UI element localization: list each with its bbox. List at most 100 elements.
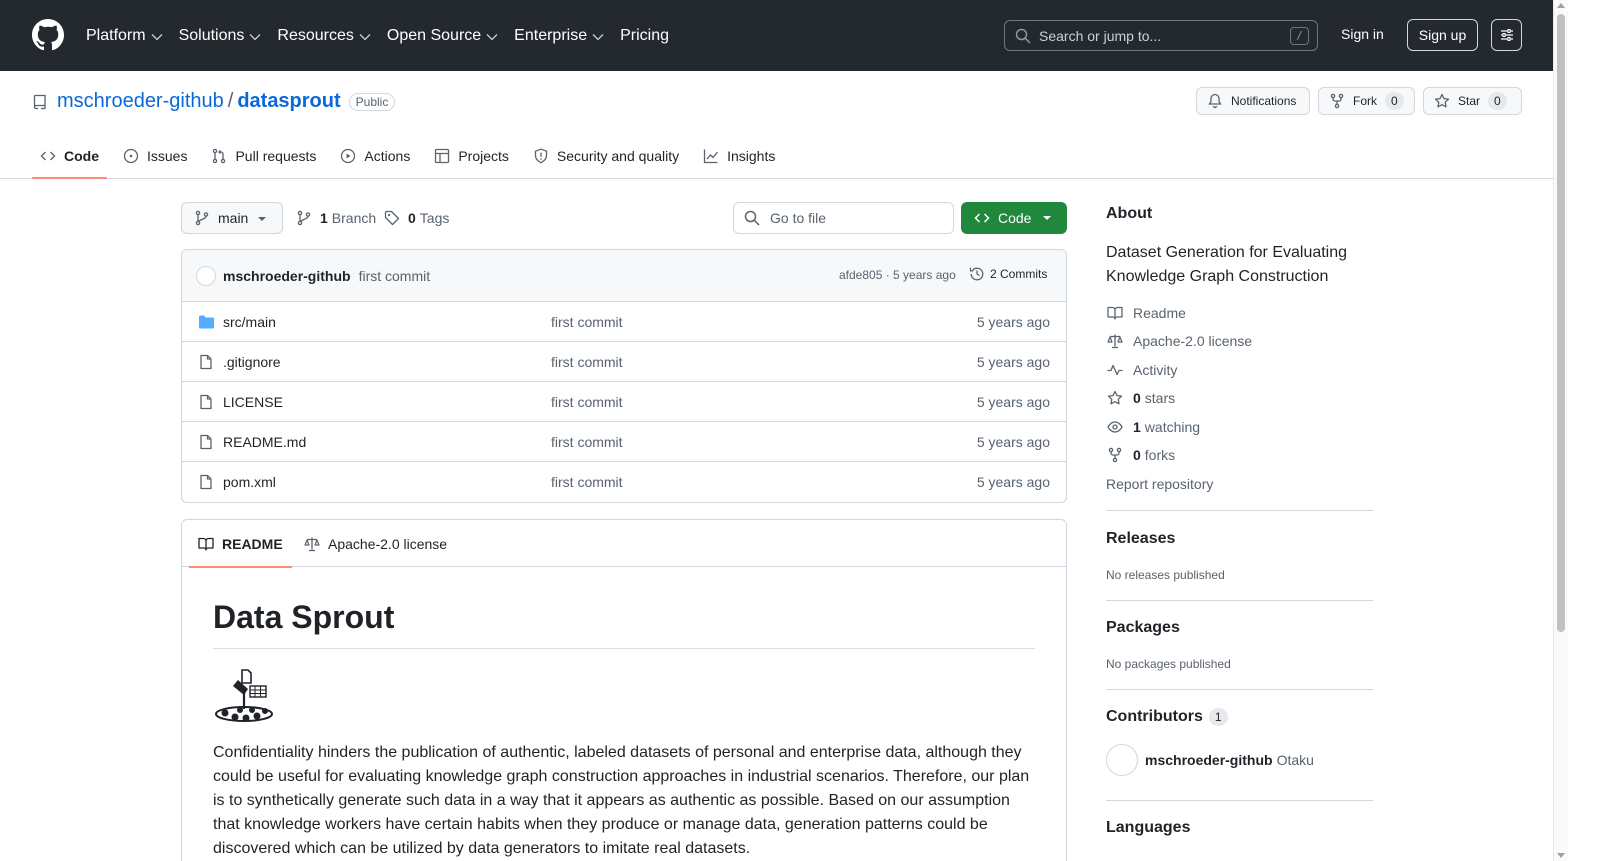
repo-name-link[interactable]: datasprout (237, 90, 340, 113)
file-name-link[interactable]: .gitignore (223, 354, 281, 370)
nav-enterprise[interactable]: Enterprise (514, 27, 604, 45)
bell-icon (1208, 93, 1222, 109)
commits-count: 2 Commits (990, 267, 1048, 281)
star-label: Star (1458, 94, 1481, 108)
commit-author-link[interactable]: mschroeder-github (223, 268, 351, 284)
stars-count: 0 (1133, 390, 1141, 406)
sign-in-link[interactable]: Sign in (1341, 26, 1384, 42)
scrollbar-thumb[interactable] (1557, 14, 1565, 632)
shield-icon (534, 148, 548, 164)
code-button-label: Code (998, 210, 1032, 226)
readme-tabs: README Apache-2.0 license (182, 520, 1066, 568)
contributor-name: Otaku (1276, 752, 1314, 768)
tab-license[interactable]: Apache-2.0 license (304, 520, 447, 567)
history-icon (969, 267, 984, 281)
readme-paragraph: Confidentiality hinders the publication … (213, 744, 1030, 857)
go-to-file-input[interactable]: Go to file (733, 202, 954, 234)
license-link[interactable]: Apache-2.0 license (1106, 333, 1252, 349)
nav-open-source[interactable]: Open Source (387, 27, 498, 45)
file-commit-message-link[interactable]: first commit (551, 314, 623, 330)
file-name-link[interactable]: pom.xml (223, 474, 276, 490)
nav-platform[interactable]: Platform (86, 27, 163, 45)
stars-link[interactable]: 0 stars (1106, 390, 1175, 406)
about-heading: About (1106, 205, 1153, 222)
file-commit-message-link[interactable]: first commit (551, 394, 623, 410)
activity-link-label: Activity (1133, 362, 1178, 378)
file-icon (200, 474, 212, 490)
file-name-link[interactable]: src/main (223, 314, 276, 330)
code-dropdown-button[interactable]: Code (961, 202, 1067, 234)
readme-link[interactable]: Readme (1106, 305, 1186, 321)
branches-link[interactable]: 1 Branch (296, 210, 376, 226)
table-row: .gitignore first commit 5 years ago (182, 342, 1066, 382)
fork-icon (1108, 447, 1122, 463)
tab-projects[interactable]: Projects (426, 135, 517, 177)
forks-link[interactable]: 0 forks (1106, 447, 1175, 463)
contributors-heading[interactable]: Contributors 1 (1106, 708, 1228, 726)
tag-count: 0 (408, 210, 416, 226)
report-repository-link[interactable]: Report repository (1106, 476, 1213, 492)
branch-select[interactable]: main (181, 202, 283, 234)
repo-header: mschroeder-github / datasprout Public No… (0, 71, 1568, 179)
releases-heading[interactable]: Releases (1106, 530, 1175, 548)
commit-hash-and-time[interactable]: afde805 · 5 years ago (839, 268, 956, 282)
nav-pricing-label: Pricing (620, 26, 669, 44)
packages-heading[interactable]: Packages (1106, 619, 1180, 637)
contributors-title: Contributors (1106, 708, 1203, 726)
watchers-link[interactable]: 1 watching (1106, 419, 1200, 435)
tab-insights[interactable]: Insights (695, 135, 783, 177)
nav-resources[interactable]: Resources (277, 27, 371, 45)
file-commit-message-link[interactable]: first commit (551, 474, 623, 490)
fork-label: Fork (1353, 94, 1377, 108)
scroll-down-arrow-icon[interactable] (1557, 853, 1565, 858)
file-name-link[interactable]: LICENSE (223, 394, 283, 410)
star-button[interactable]: Star 0 (1423, 87, 1522, 115)
github-logo-icon[interactable] (32, 19, 64, 51)
tab-readme[interactable]: README (189, 520, 292, 568)
file-commit-message-link[interactable]: first commit (551, 354, 623, 370)
divider (1106, 689, 1373, 690)
tab-actions[interactable]: Actions (332, 135, 418, 177)
file-icon (200, 394, 212, 410)
file-icon (200, 354, 212, 370)
tab-pull-requests[interactable]: Pull requests (203, 135, 324, 177)
page-scrollbar[interactable] (1553, 0, 1568, 861)
tab-code-label: Code (64, 148, 99, 164)
tab-security[interactable]: Security and quality (525, 135, 687, 177)
avatar[interactable] (196, 265, 216, 286)
file-commit-message-link[interactable]: first commit (551, 434, 623, 450)
nav-pricing[interactable]: Pricing (620, 27, 669, 45)
global-header: Platform Solutions Resources Open Source… (0, 0, 1568, 71)
global-search-input[interactable]: Search or jump to... / (1004, 20, 1318, 51)
activity-link[interactable]: Activity (1106, 362, 1177, 378)
tags-link[interactable]: 0 Tags (384, 210, 449, 226)
file-name-link[interactable]: README.md (223, 434, 306, 450)
notifications-button[interactable]: Notifications (1196, 87, 1310, 115)
license-link-label: Apache-2.0 license (1133, 333, 1253, 349)
chevron-down-icon (486, 33, 498, 40)
fork-button[interactable]: Fork 0 (1318, 87, 1415, 115)
nav-platform-label: Platform (86, 26, 146, 44)
search-shortcut-hint: / (1290, 27, 1309, 45)
star-count: 0 (1488, 92, 1507, 110)
commits-history-link[interactable]: 2 Commits (969, 266, 1047, 282)
scroll-up-arrow-icon[interactable] (1557, 3, 1565, 8)
watching-label: watching (1144, 419, 1201, 435)
commit-message-link[interactable]: first commit (359, 268, 431, 284)
readme-content: Data Sprout Confidentiality hinders the … (182, 599, 1066, 861)
contributor-item[interactable]: mschroeder-github Otaku (1106, 744, 1314, 776)
nav-solutions[interactable]: Solutions (179, 27, 262, 45)
tab-issues-label: Issues (147, 148, 188, 164)
sign-up-button[interactable]: Sign up (1407, 19, 1478, 51)
contributor-login: mschroeder-github (1145, 752, 1273, 768)
nav-enterprise-label: Enterprise (514, 26, 588, 44)
settings-menu-button[interactable] (1491, 19, 1522, 51)
avatar (1106, 744, 1138, 776)
file-list: mschroeder-github first commit afde805 ·… (181, 249, 1067, 503)
languages-heading: Languages (1106, 819, 1191, 836)
tab-license-label: Apache-2.0 license (328, 535, 448, 552)
tab-code[interactable]: Code (32, 135, 107, 179)
tab-issues[interactable]: Issues (115, 135, 195, 177)
repo-owner-link[interactable]: mschroeder-github (57, 90, 224, 113)
branch-count: 1 (320, 210, 328, 226)
